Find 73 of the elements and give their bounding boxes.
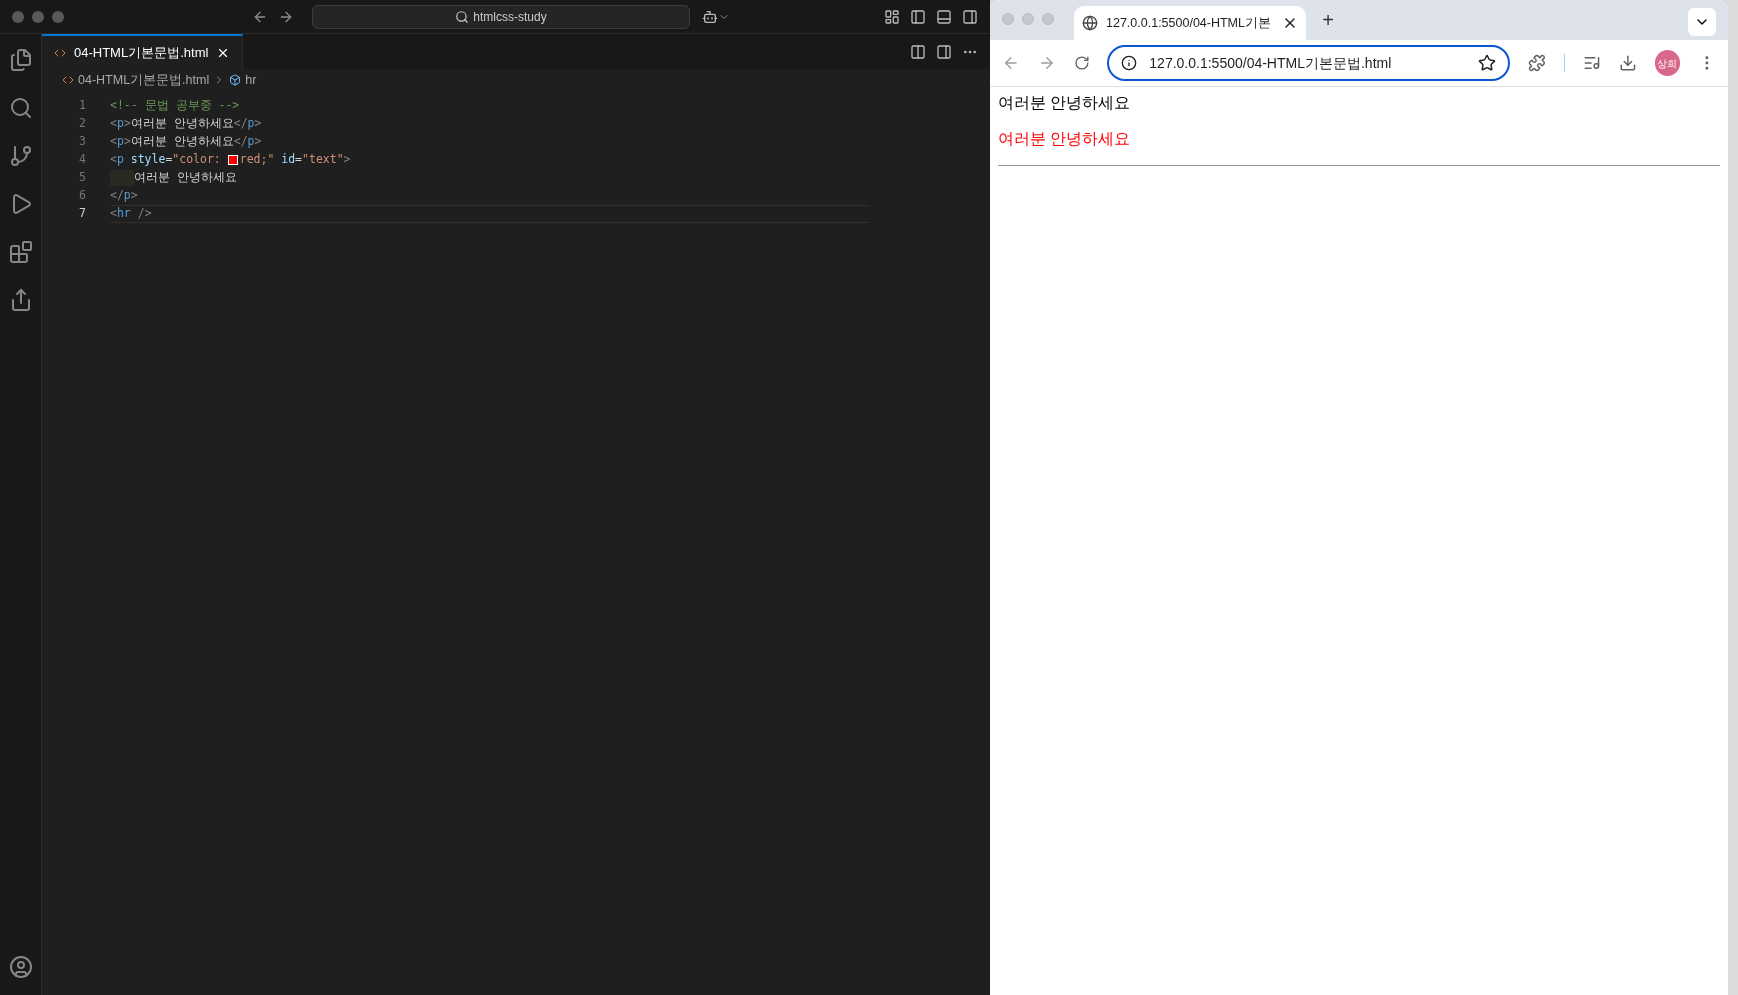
line-number: 4 <box>78 151 86 169</box>
editor-tab[interactable]: 04-HTML기본문법.html <box>42 34 244 69</box>
explorer-icon[interactable] <box>8 48 33 72</box>
split-editor-icon[interactable] <box>936 43 952 60</box>
panel-toggle-icon[interactable] <box>936 8 952 25</box>
code-token: 여러분 안녕하세요 <box>130 115 234 133</box>
code-token: < <box>110 205 117 223</box>
code-token: p <box>247 133 255 151</box>
code-token: 여러분 안녕하세요 <box>130 133 234 151</box>
bookmark-star-icon[interactable] <box>1478 54 1497 72</box>
code-token: 여러분 안녕하세요 <box>134 169 237 187</box>
code-token: id <box>281 151 296 169</box>
code-token: < <box>110 151 117 169</box>
code-token: hr <box>116 205 131 223</box>
code-token: > <box>130 187 138 205</box>
secondary-sidebar-icon[interactable] <box>962 8 978 25</box>
info-icon <box>1121 55 1138 71</box>
code-token: "color: <box>172 151 222 169</box>
code-token: > <box>343 151 351 169</box>
code-token: </ <box>110 187 124 205</box>
html-file-icon <box>62 74 74 86</box>
code-token: style <box>130 151 166 169</box>
search-field[interactable]: htmlcss-study <box>312 4 690 29</box>
new-tab-button[interactable]: + <box>1314 6 1342 34</box>
code-token: > <box>123 133 131 151</box>
window-control[interactable] <box>32 10 44 23</box>
code-token: = <box>295 151 303 169</box>
search-icon[interactable] <box>8 96 33 120</box>
media-icon[interactable] <box>1583 54 1601 72</box>
code-token: </ <box>233 115 248 133</box>
line-number: 6 <box>78 187 86 205</box>
code-token: p <box>116 151 124 169</box>
paragraph: 여러분 안녕하세요 <box>998 129 1132 149</box>
line-number: 5 <box>78 169 86 187</box>
code-token: p <box>247 115 255 133</box>
reload-icon[interactable] <box>1073 55 1090 71</box>
code-token: </ <box>233 133 248 151</box>
code-token: = <box>165 151 173 169</box>
window-control[interactable] <box>52 10 64 23</box>
globe-icon <box>1082 15 1098 31</box>
code-token: p <box>123 187 131 205</box>
code-token: /> <box>136 205 152 223</box>
extensions-icon[interactable] <box>8 240 33 264</box>
code-token: p <box>116 133 124 151</box>
element-icon <box>229 74 242 86</box>
extensions-icon[interactable] <box>1528 54 1547 72</box>
code-token: > <box>254 115 262 133</box>
code-token: red;" <box>239 151 275 169</box>
account-icon[interactable] <box>8 955 33 979</box>
line-number: 2 <box>78 115 86 133</box>
source-control-icon[interactable] <box>8 144 33 168</box>
sidebar-toggle-icon[interactable] <box>910 8 926 25</box>
line-number: 1 <box>78 97 86 115</box>
code-token: < <box>110 133 117 151</box>
code-token: > <box>123 115 131 133</box>
line-number: 3 <box>78 133 86 151</box>
code-token: p <box>116 115 124 133</box>
code-token: > <box>254 133 262 151</box>
search-icon <box>455 9 470 24</box>
code-token: "text" <box>302 151 344 169</box>
tab-list-button[interactable] <box>1688 8 1716 36</box>
layout-icon[interactable] <box>884 8 900 25</box>
paragraph: 여러분 안녕하세요 <box>998 93 1132 113</box>
code-token: <!-- 문법 공부중 --> <box>110 97 240 115</box>
download-icon[interactable] <box>1618 54 1637 72</box>
robot-icon[interactable] <box>702 8 718 25</box>
breadcrumb-item[interactable]: 04-HTML기본문법.html <box>78 70 210 90</box>
window-control[interactable] <box>12 10 24 23</box>
breadcrumb-item[interactable]: hr <box>245 70 257 90</box>
line-number: 7 <box>78 205 86 223</box>
code-token: < <box>110 115 117 133</box>
browser-tab[interactable]: 127.0.0.1:5500/04-HTML기본 <box>1074 6 1306 40</box>
address-bar[interactable]: 127.0.0.1:5500/04-HTML기본문법.html <box>1107 45 1511 81</box>
